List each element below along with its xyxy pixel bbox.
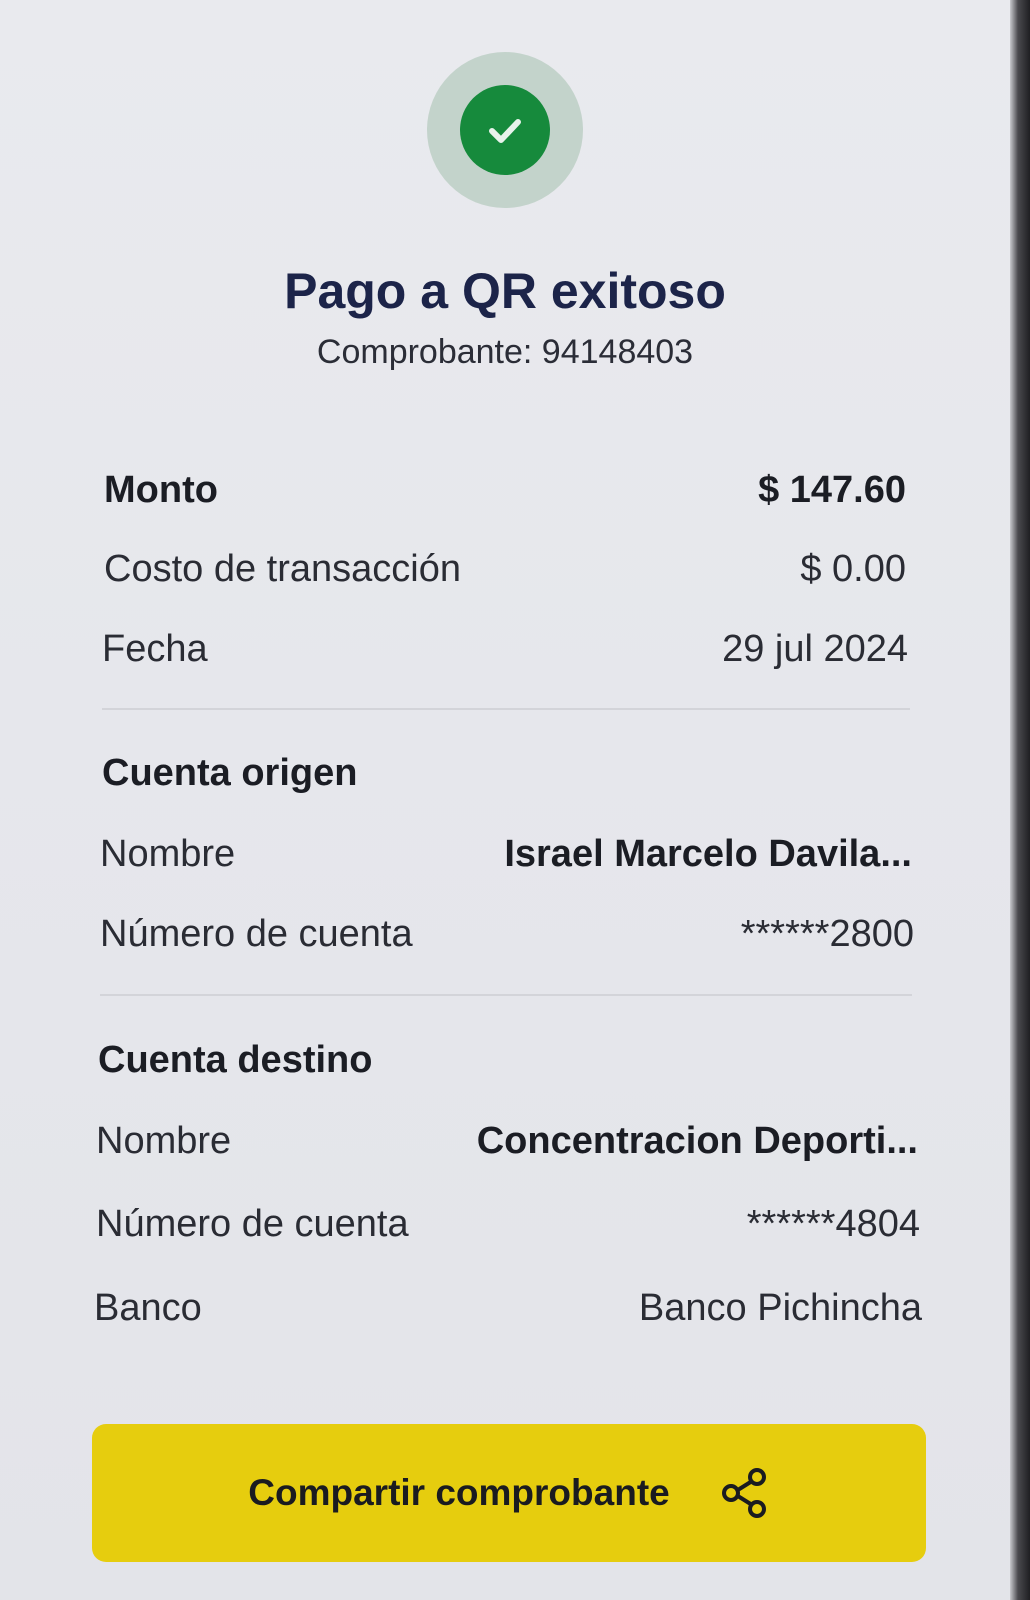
destination-name-value: Concentracion Deporti... (476, 1119, 918, 1162)
origin-heading: Cuenta origen (102, 752, 358, 794)
page-title: Pago a QR exitoso (284, 263, 726, 319)
origin-account-row: Número de cuenta ******2800 (100, 906, 914, 962)
date-row: Fecha 29 jul 2024 (102, 621, 908, 677)
destination-name-label: Nombre (96, 1119, 232, 1162)
date-label: Fecha (102, 627, 208, 670)
destination-name-row: Nombre Concentracion Deporti... (96, 1113, 918, 1169)
origin-account-value: ******2800 (740, 912, 914, 955)
receipt-screen: Pago a QR exitoso Comprobante: 94148403 … (0, 0, 1010, 1600)
bank-label: Banco (94, 1286, 202, 1329)
share-button-label: Compartir comprobante (248, 1472, 670, 1513)
fee-value: $ 0.00 (800, 547, 906, 590)
destination-account-row: Número de cuenta ******4804 (96, 1196, 920, 1252)
date-value: 29 jul 2024 (722, 627, 908, 670)
amount-row: Monto $ 147.60 (104, 462, 906, 518)
share-receipt-button[interactable]: Compartir comprobante (92, 1424, 926, 1562)
bank-value: Banco Pichincha (638, 1286, 922, 1329)
success-badge (427, 52, 583, 208)
check-icon (460, 85, 550, 175)
divider (100, 994, 912, 996)
destination-account-value: ******4804 (746, 1202, 920, 1245)
fee-row: Costo de transacción $ 0.00 (104, 541, 906, 597)
bank-row: Banco Banco Pichincha (94, 1280, 922, 1336)
amount-label: Monto (104, 468, 218, 511)
divider (102, 708, 910, 710)
origin-name-value: Israel Marcelo Davila... (504, 832, 912, 875)
destination-account-label: Número de cuenta (96, 1202, 409, 1245)
destination-heading: Cuenta destino (98, 1039, 373, 1081)
device-bezel (1010, 0, 1030, 1600)
origin-name-label: Nombre (100, 832, 236, 875)
origin-name-row: Nombre Israel Marcelo Davila... (100, 826, 912, 882)
amount-value: $ 147.60 (758, 468, 906, 511)
fee-label: Costo de transacción (104, 547, 461, 590)
receipt-number: Comprobante: 94148403 (316, 333, 694, 371)
share-icon (718, 1466, 770, 1520)
origin-account-label: Número de cuenta (100, 912, 413, 955)
